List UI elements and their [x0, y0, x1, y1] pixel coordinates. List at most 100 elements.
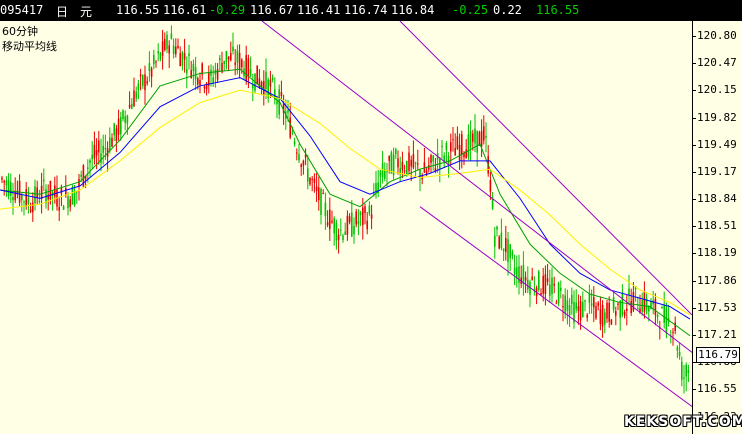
- y-tick-label: 117.53: [697, 300, 737, 314]
- candle-body: [612, 297, 615, 310]
- candle-body: [36, 187, 38, 199]
- candle-body: [656, 314, 659, 317]
- y-tick-label: 119.17: [697, 164, 737, 178]
- moving-average-lines: [0, 68, 691, 337]
- y-tick-label: 119.82: [697, 110, 737, 124]
- candle-body: [71, 187, 74, 205]
- candle-body: [425, 170, 428, 174]
- candle-body: [549, 284, 551, 296]
- y-tick-label: 119.49: [697, 137, 737, 151]
- candle-body: [489, 180, 492, 192]
- candle-body: [513, 267, 516, 275]
- candle-body: [665, 308, 668, 334]
- candle-body: [135, 91, 137, 99]
- candle-body: [516, 267, 518, 278]
- candle-body: [320, 188, 322, 215]
- candle-body: [153, 54, 155, 65]
- candle-body: [474, 128, 476, 144]
- candle-body: [494, 235, 496, 247]
- candle-body: [619, 300, 621, 318]
- candle-body: [23, 201, 25, 203]
- candle-body: [146, 81, 148, 84]
- candle-body: [685, 364, 687, 377]
- header-value-5: 116.74: [344, 3, 388, 17]
- candle-body: [483, 126, 485, 141]
- candle-body: [458, 145, 461, 161]
- candle-body: [25, 189, 27, 207]
- candle-body: [124, 116, 126, 123]
- candle-body: [142, 75, 144, 86]
- candle-body: [168, 45, 170, 54]
- candle-body: [234, 62, 236, 65]
- candle-body: [342, 235, 344, 241]
- candle-body: [527, 279, 529, 290]
- y-tick-label: 117.86: [697, 273, 737, 287]
- candle-body: [115, 128, 118, 141]
- currency-unit: 元: [80, 5, 93, 19]
- y-tick-label: 120.15: [697, 83, 737, 97]
- candle-body: [62, 206, 65, 210]
- header-value-3: 116.67: [250, 3, 294, 17]
- candle-body: [465, 149, 467, 159]
- candle-body: [445, 143, 448, 151]
- candle-body: [678, 351, 681, 357]
- y-tick-mark: [693, 63, 696, 65]
- candle-body: [408, 152, 410, 171]
- candle-body: [120, 117, 122, 135]
- candle-body: [509, 244, 511, 259]
- candle-body: [102, 145, 104, 153]
- candle-body: [43, 179, 45, 182]
- watermark-logo: KEKSOFT.COM: [624, 414, 742, 430]
- candle-body: [322, 193, 324, 195]
- candle-body: [531, 276, 533, 280]
- candle-body: [507, 239, 509, 263]
- candle-body: [397, 158, 399, 168]
- candle-body: [186, 69, 188, 74]
- candle-body: [300, 164, 302, 168]
- candle-body: [390, 152, 393, 174]
- candle-body: [368, 205, 371, 214]
- candle-body: [298, 154, 300, 161]
- candle-body: [249, 69, 252, 76]
- y-tick-mark: [693, 171, 696, 173]
- y-tick-mark: [693, 389, 696, 391]
- candle-body: [480, 130, 483, 147]
- candle-body: [137, 83, 140, 90]
- candle-body: [564, 295, 566, 314]
- candle-body: [476, 130, 478, 153]
- candle-body: [111, 137, 113, 147]
- candle-body: [505, 238, 507, 253]
- candle-body: [109, 137, 111, 151]
- candle-body: [522, 265, 525, 285]
- candle-body: [595, 305, 597, 319]
- candle-body: [630, 300, 632, 313]
- candle-body: [687, 370, 690, 373]
- candle-body: [511, 251, 514, 256]
- candle-body: [7, 180, 10, 196]
- candle-body: [502, 248, 505, 251]
- candle-body: [280, 92, 283, 97]
- price-chart: [0, 21, 692, 407]
- candle-body: [227, 56, 230, 60]
- candle-body: [344, 231, 346, 235]
- y-tick-mark: [693, 144, 696, 146]
- candle-body: [414, 162, 417, 164]
- y-tick-mark: [693, 280, 696, 282]
- candle-body: [579, 301, 582, 321]
- candle-body: [236, 50, 239, 63]
- candle-body: [346, 215, 349, 235]
- y-tick-mark: [693, 199, 696, 201]
- candle-body: [355, 211, 357, 225]
- candle-body: [621, 292, 624, 315]
- trend-channel-line: [261, 21, 692, 353]
- candle-body: [542, 275, 544, 294]
- candle-body: [113, 123, 115, 136]
- candle-body: [150, 68, 153, 77]
- y-tick-label: 117.21: [697, 327, 737, 341]
- candle-body: [197, 78, 199, 85]
- candle-body: [461, 134, 463, 155]
- candle-body: [144, 74, 146, 91]
- candle-body: [69, 199, 71, 208]
- candle-body: [34, 186, 36, 204]
- candle-body: [333, 218, 335, 234]
